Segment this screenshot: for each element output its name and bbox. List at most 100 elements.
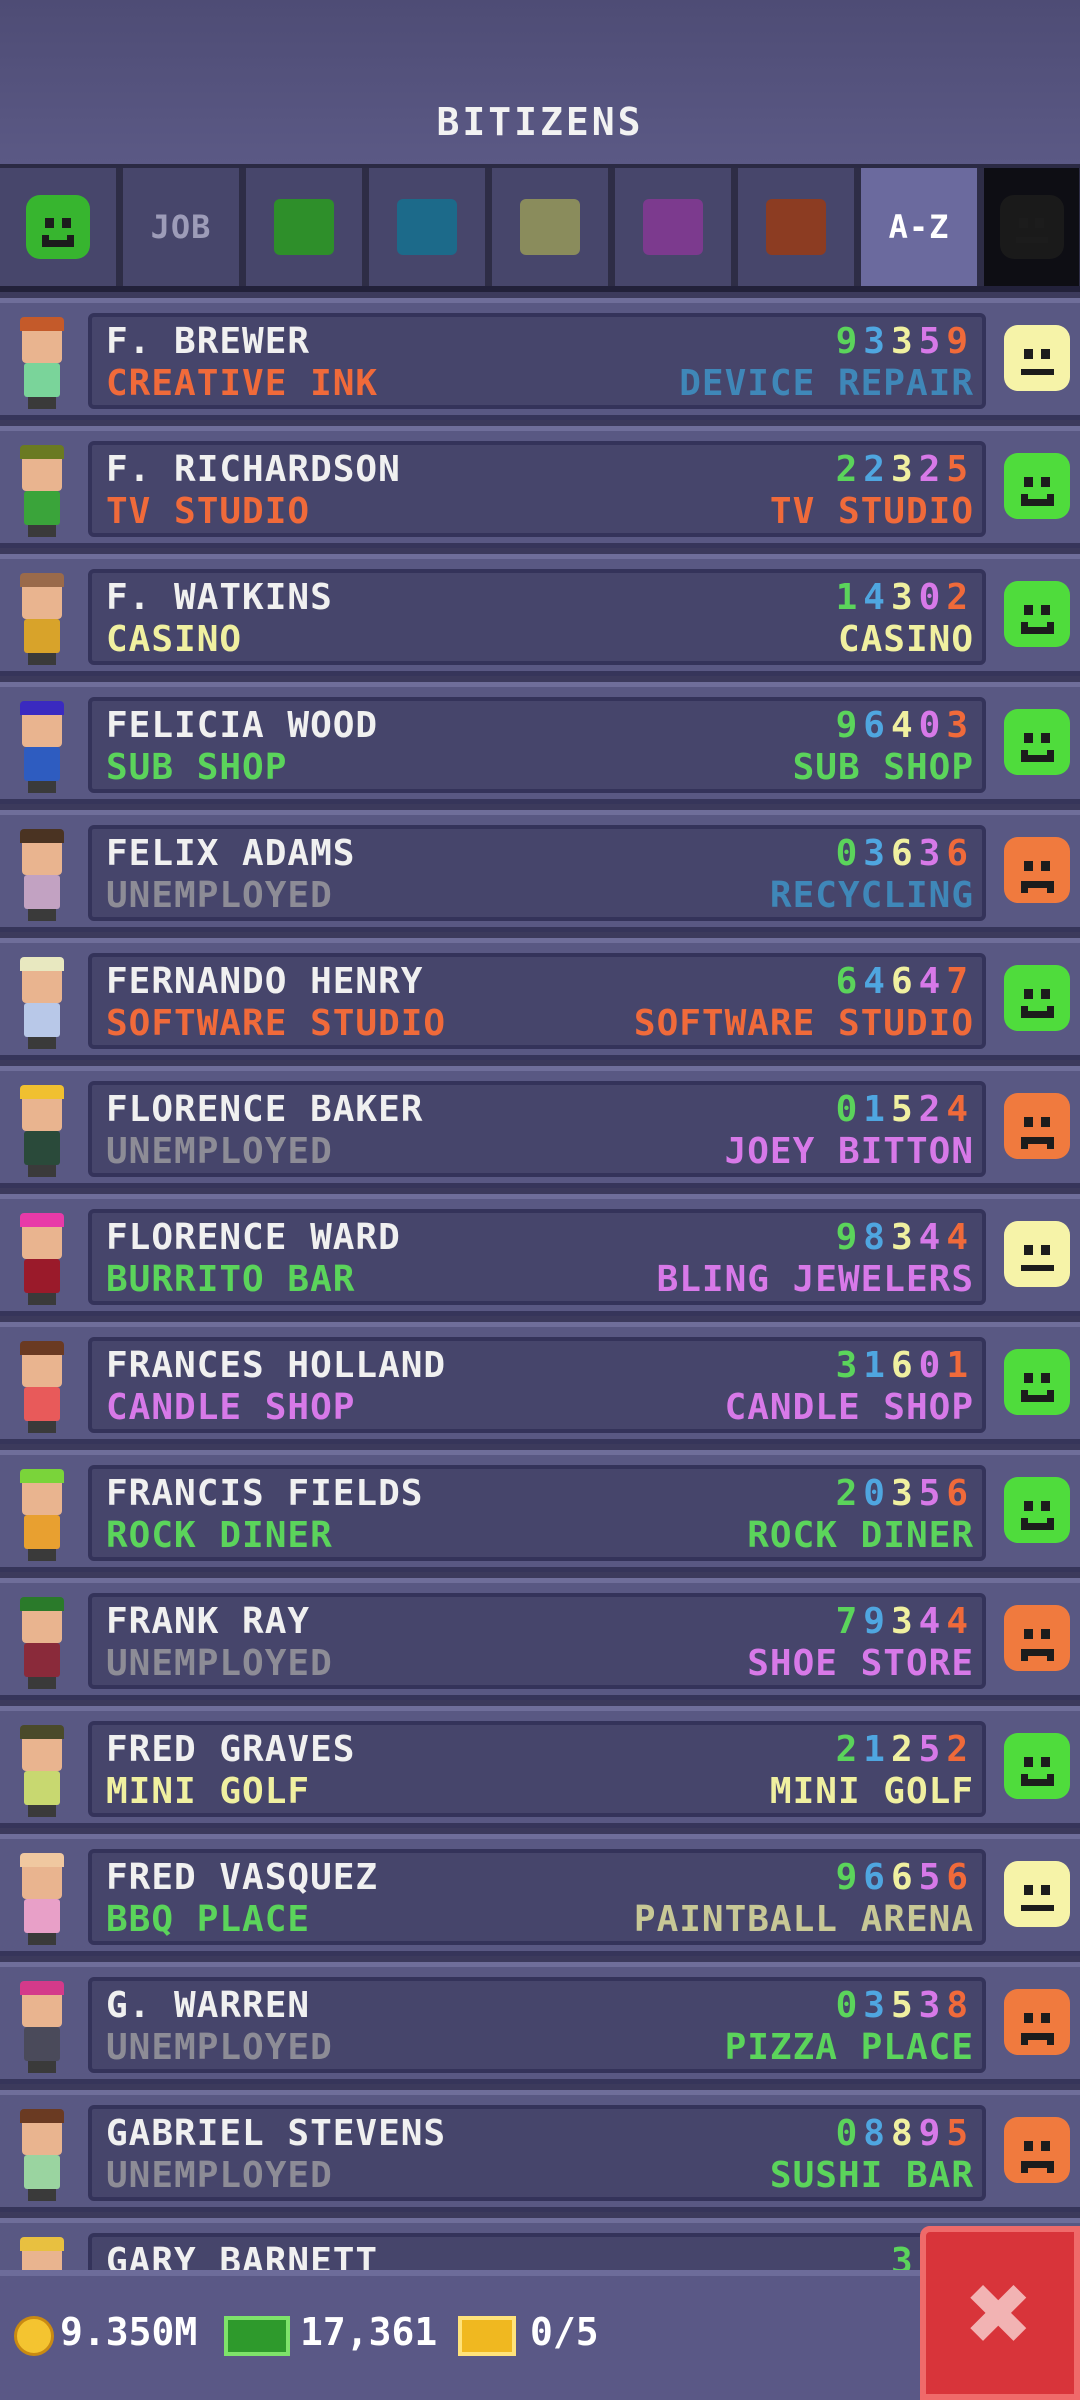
skill-digit: 3: [863, 1985, 891, 2026]
close-icon: ✖: [966, 2249, 1034, 2377]
tab-a-z[interactable]: A-Z: [861, 168, 977, 286]
bitizen-row[interactable]: FRANK RAY UNEMPLOYED SHOE STORE 79344: [0, 1578, 1080, 1700]
bitizen-avatar: [10, 1337, 70, 1437]
close-button[interactable]: ✖: [920, 2226, 1080, 2400]
happy-face-icon: [1004, 1349, 1070, 1415]
bitizen-row[interactable]: FRED GRAVES MINI GOLF MINI GOLF 21252: [0, 1706, 1080, 1828]
bitizen-info-plate: FERNANDO HENRY SOFTWARE STUDIO SOFTWARE ST…: [88, 953, 986, 1049]
skill-digit: 0: [835, 2113, 864, 2154]
current-job: UNEMPLOYED: [106, 2155, 333, 2196]
sad-face-icon: [1004, 1093, 1070, 1159]
skill-digit: 2: [946, 577, 974, 618]
happy-face-icon: [26, 195, 90, 259]
skill-digit: 5: [918, 1473, 947, 1514]
skill-digit: 6: [890, 961, 919, 1002]
bitizen-row[interactable]: GARY BARNETT381: [0, 2218, 1080, 2270]
tab-food-category-icon[interactable]: [246, 168, 362, 286]
skill-digits: 21252: [836, 1729, 974, 1770]
skill-digit: 2: [835, 1729, 864, 1770]
tab-job[interactable]: JOB: [123, 168, 239, 286]
bitizen-list[interactable]: F. BREWER CREATIVE INK DEVICE REPAIR 93359 F…: [0, 298, 1080, 2270]
bitizen-info-plate: FELICIA WOOD SUB SHOP SUB SHOP 96403: [88, 697, 986, 793]
skill-digit: 3: [946, 705, 974, 746]
skill-digit: 6: [946, 1473, 974, 1514]
skill-digit: 0: [918, 577, 947, 618]
tab-service-category-icon[interactable]: [369, 168, 485, 286]
skill-digits: 03538: [836, 1985, 974, 2026]
skill-digit: 0: [835, 1089, 864, 1130]
bitizen-name: F. RICHARDSON: [106, 449, 401, 490]
happy-face-icon: [1004, 1477, 1070, 1543]
ticket-count: 0/5: [530, 2310, 599, 2354]
bitizen-avatar: [10, 2105, 70, 2205]
tab-retail-category-icon[interactable]: [615, 168, 731, 286]
happy-face-icon: [1004, 965, 1070, 1031]
bitizen-avatar: [10, 1081, 70, 1181]
page-title: BITIZENS: [436, 100, 644, 144]
sad-face-icon: [1004, 1989, 1070, 2055]
bitizen-avatar: [10, 1849, 70, 1949]
skill-digit: 3: [918, 1985, 947, 2026]
unhappy-filter-icon: [999, 195, 1064, 259]
current-job: ROCK DINER: [106, 1515, 333, 1556]
ticket-icon: [458, 2316, 516, 2356]
happy-face-icon: [1004, 709, 1070, 775]
current-job: CREATIVE INK: [106, 363, 379, 404]
bitizen-name: FLORENCE BAKER: [106, 1089, 424, 1130]
skill-digit: 4: [863, 577, 891, 618]
tab-creative-category-icon[interactable]: [738, 168, 854, 286]
skill-digit: 3: [863, 321, 891, 362]
skill-digit: 8: [946, 1985, 974, 2026]
current-job: BBQ PLACE: [106, 1899, 311, 1940]
bitizen-row[interactable]: FRED VASQUEZ BBQ PLACE PAINTBALL ARENA 9665…: [0, 1834, 1080, 1956]
neutral-face-icon: [1004, 1861, 1070, 1927]
bitizen-row[interactable]: FELICIA WOOD SUB SHOP SUB SHOP 96403: [0, 682, 1080, 804]
sad-face-icon: [1004, 837, 1070, 903]
skill-digit: 5: [918, 321, 947, 362]
bitizen-row[interactable]: G. WARREN UNEMPLOYED PIZZA PLACE 03538: [0, 1962, 1080, 2084]
bitizen-row[interactable]: FLORENCE BAKER UNEMPLOYED JOEY BITTON 01524: [0, 1066, 1080, 1188]
skill-digit: 0: [835, 833, 864, 874]
bitizen-avatar: [10, 1465, 70, 1565]
tab-happy-face-icon[interactable]: [0, 168, 116, 286]
skill-digit: 6: [890, 1857, 919, 1898]
coin-icon: [14, 2316, 54, 2356]
skill-digit: 1: [863, 1089, 891, 1130]
bitizen-row[interactable]: FRANCES HOLLAND CANDLE SHOP CANDLE SHOP 316…: [0, 1322, 1080, 1444]
happy-face-icon: [1004, 453, 1070, 519]
bitizen-row[interactable]: FRANCIS FIELDS ROCK DINER ROCK DINER 20356: [0, 1450, 1080, 1572]
tab-label: A-Z: [888, 208, 950, 246]
bitizen-row[interactable]: FELIX ADAMS UNEMPLOYED RECYCLING 03636: [0, 810, 1080, 932]
current-job: UNEMPLOYED: [106, 875, 333, 916]
skill-digit: 5: [890, 1985, 919, 2026]
skill-digit: 4: [946, 1601, 974, 1642]
bitizen-row[interactable]: F. RICHARDSON TV STUDIO TV STUDIO 22325: [0, 426, 1080, 548]
current-job: SOFTWARE STUDIO: [106, 1003, 447, 1044]
dream-job: TV STUDIO: [769, 491, 974, 532]
coin-balance: 9.350M: [60, 2310, 198, 2354]
bitizen-row[interactable]: F. WATKINS CASINO CASINO 14302: [0, 554, 1080, 676]
bitizen-avatar: [10, 1593, 70, 1693]
skill-digit: 9: [835, 321, 864, 362]
skill-digit: 8: [890, 2113, 919, 2154]
bitizen-row[interactable]: GABRIEL STEVENS UNEMPLOYED SUSHI BAR 08895: [0, 2090, 1080, 2212]
food-category-icon: [274, 199, 334, 255]
skill-digit: 4: [863, 961, 891, 1002]
bitizen-row[interactable]: FERNANDO HENRY SOFTWARE STUDIO SOFTWARE ST…: [0, 938, 1080, 1060]
skill-digit: 0: [918, 705, 947, 746]
skill-digit: 6: [835, 961, 864, 1002]
skill-digit: 4: [946, 1089, 974, 1130]
tab-recreation-category-icon[interactable]: [492, 168, 608, 286]
skill-digits: 98344: [836, 1217, 974, 1258]
dream-job: JOEY BITTON: [724, 1131, 974, 1172]
skill-digit: 3: [890, 1473, 919, 1514]
bitizen-row[interactable]: FLORENCE WARD BURRITO BAR BLING JEWELERS 98…: [0, 1194, 1080, 1316]
skill-digit: 2: [863, 449, 891, 490]
skill-digit: 1: [835, 577, 864, 618]
bitizen-row[interactable]: F. BREWER CREATIVE INK DEVICE REPAIR 93359: [0, 298, 1080, 420]
tab-unhappy-filter-icon[interactable]: [984, 168, 1079, 286]
skill-digit: 4: [918, 1601, 947, 1642]
dream-job: SHOE STORE: [747, 1643, 974, 1684]
bitizen-name: F. WATKINS: [106, 577, 333, 618]
skill-digits: 96403: [836, 705, 974, 746]
